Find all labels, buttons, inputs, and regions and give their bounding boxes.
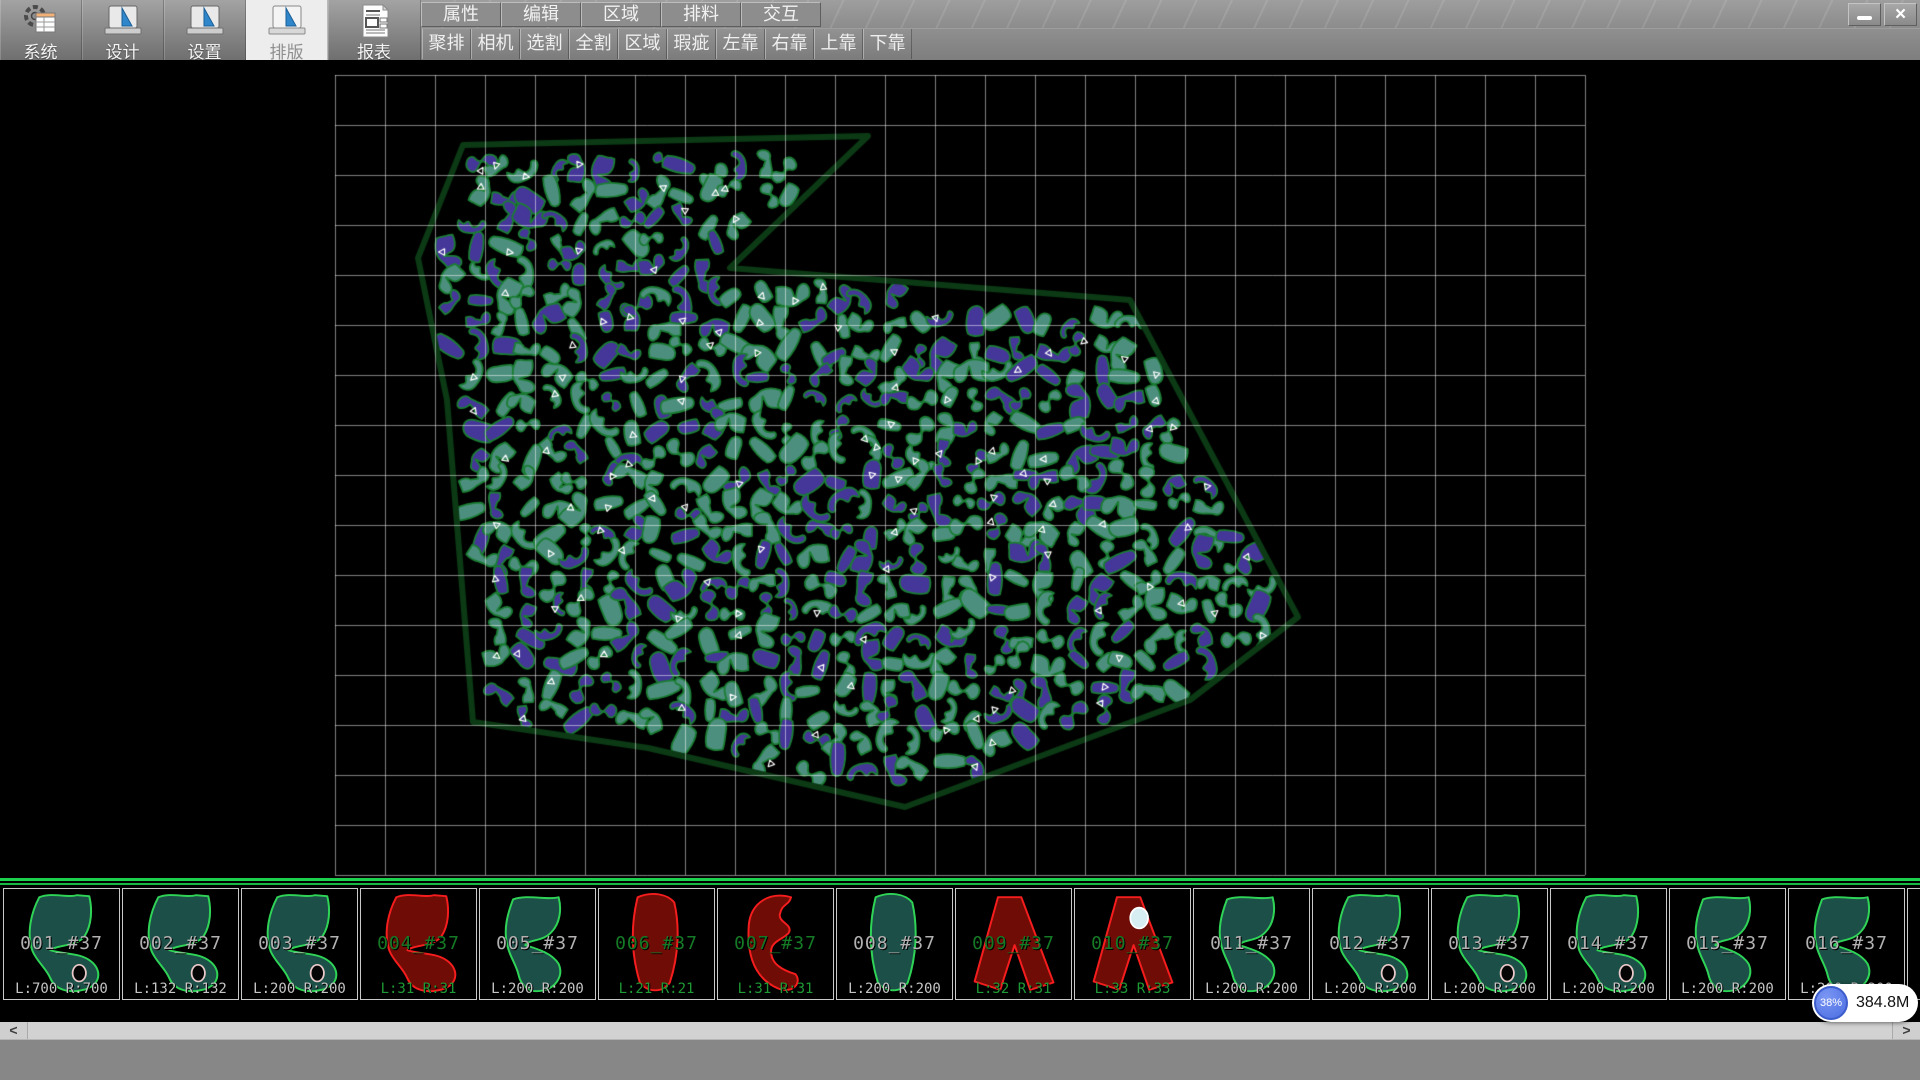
piece-lr-count-label: L:200 R:200 [1551,981,1666,997]
thumbnail-piece[interactable]: 004_#37 L:31 R:31 [360,888,477,1000]
menu-item-edit[interactable]: 编辑 [501,2,581,27]
ribbon-tab-settings[interactable]: 设置 [164,0,246,60]
menu-item-properties[interactable]: 属性 [421,2,501,27]
ribbon-tab-design[interactable]: 设计 [82,0,164,60]
tool-align-left[interactable]: 左靠 [716,29,765,59]
piece-lr-count-label: L:31 R:31 [361,981,476,997]
thumbnail-piece[interactable]: 010_#37 L:33 R:33 [1074,888,1191,1000]
tool-align-right[interactable]: 右靠 [765,29,814,59]
piece-name-label: 010_#37 [1075,933,1190,954]
piece-name-label: 006_#37 [599,933,714,954]
piece-lr-count-label: L:33 R:33 [1075,981,1190,997]
ribbon-tab-layout[interactable]: 排版 [246,0,328,60]
tool-select-cut[interactable]: 选割 [520,29,569,59]
piece-thumbnail-row: 001_#37L:700 R:700002_#37L:132 R:132003_… [3,888,1920,1000]
report-document-icon [353,26,395,43]
application-window: 系统 设计 [0,0,1920,1080]
thumbnail-piece[interactable]: 013_#37 L:200 R:200 [1431,888,1548,1000]
tool-align-top[interactable]: 上靠 [814,29,863,59]
nesting-canvas[interactable] [0,60,1920,878]
memory-usage-label: 384.8M [1856,984,1909,1022]
status-bar [0,1039,1920,1080]
piece-lr-count-label: L:200 R:200 [1670,981,1785,997]
scroll-right-arrow-icon[interactable]: > [1892,1022,1920,1039]
thumbnail-piece[interactable]: 011_#37 L:200 R:200 [1193,888,1310,1000]
piece-lr-count-label: L:31 R:31 [718,981,833,997]
close-button[interactable]: × [1884,3,1917,26]
tool-align-bottom[interactable]: 下靠 [863,29,912,59]
thumbnail-piece[interactable]: 012_#37 L:200 R:200 [1312,888,1429,1000]
thumbnail-piece[interactable]: 008_#37 L:200 R:200 [836,888,953,1000]
piece-lr-count-label: L:200 R:200 [480,981,595,997]
piece-name-label: 011_#37 [1194,933,1309,954]
piece-lr-count-label: L:200 R:200 [242,981,357,997]
piece-name-label: 015_#37 [1670,933,1785,954]
piece-name-label: 008_#37 [837,933,952,954]
minimize-button[interactable] [1848,3,1881,26]
tool-region[interactable]: 区域 [618,29,667,59]
design-ruler-icon [102,26,144,43]
thumbnail-piece[interactable]: 015_#37 L:200 R:200 [1669,888,1786,1000]
tool-camera[interactable]: 相机 [471,29,520,59]
thumbnail-piece[interactable]: 007_#37 L:31 R:31 [717,888,834,1000]
menu-item-interact[interactable]: 交互 [741,2,821,27]
menu-item-nesting[interactable]: 排料 [661,2,741,27]
thumbnail-piece[interactable]: 009_#37 L:32 R:31 [955,888,1072,1000]
piece-name-label: 013_#37 [1432,933,1547,954]
tool-cluster-nest[interactable]: 聚排 [422,29,471,59]
thumbnail-piece[interactable]: 005_#37 L:200 R:200 [479,888,596,1000]
toolbar: 系统 设计 [0,0,1920,60]
piece-name-label: 003_#37 [242,933,357,954]
layout-ruler-icon [266,26,308,43]
menu-item-region[interactable]: 区域 [581,2,661,27]
tool-defect[interactable]: 瑕疵 [667,29,716,59]
piece-lr-count-label: L:21 R:21 [599,981,714,997]
piece-name-label: 001_#37 [4,933,119,954]
piece-thumbnail-strip: 001_#37L:700 R:700002_#37L:132 R:132003_… [0,878,1920,1022]
ribbon-tab-report[interactable]: 报表 [328,0,421,60]
piece-name-label: 016_#37 [1789,933,1904,954]
tool-cut-all[interactable]: 全割 [569,29,618,59]
piece-lr-count-label: L:200 R:200 [837,981,952,997]
piece-lr-count-label: L:132 R:132 [123,981,238,997]
scroll-left-arrow-icon[interactable]: < [0,1022,28,1039]
ribbon-tab-system[interactable]: 系统 [0,0,82,60]
piece-name-label: 004_#37 [361,933,476,954]
piece-lr-count-label: L:700 R:700 [4,981,119,997]
thumbnail-piece[interactable]: 014_#37 L:200 R:200 [1550,888,1667,1000]
memory-usage-pill: 38% 384.8M [1812,984,1918,1022]
thumbnail-piece[interactable]: 002_#37 L:132 R:132 [122,888,239,1000]
piece-lr-count-label: L:200 R:200 [1313,981,1428,997]
thumbnail-piece[interactable]: 003_#37 L:200 R:200 [241,888,358,1000]
thumbnail-piece[interactable]: 001_#37 L:700 R:700 [3,888,120,1000]
close-icon: × [1895,5,1906,24]
settings-ruler-icon [184,26,226,43]
tool-buttons-row: 聚排 相机 选割 全割 区域 瑕疵 左靠 右靠 上靠 下靠 [422,29,912,59]
progress-percent-badge: 38% [1814,986,1848,1020]
window-controls: × [1848,3,1917,26]
piece-lr-count-label: L:200 R:200 [1432,981,1547,997]
piece-name-label: 002_#37 [123,933,238,954]
piece-shape-preview [1910,891,1920,995]
horizontal-scrollbar[interactable]: < > [0,1022,1920,1039]
piece-name-label: 005_#37 [480,933,595,954]
piece-lr-count-label: L:200 R:200 [1194,981,1309,997]
piece-lr-count-label: L:32 R:31 [956,981,1071,997]
piece-name-label: 014_#37 [1551,933,1666,954]
piece-name-label: 009_#37 [956,933,1071,954]
menu-bar: 属性 编辑 区域 排料 交互 [421,2,821,27]
piece-name-label: 012_#37 [1313,933,1428,954]
minimize-icon [1857,16,1872,20]
ribbon-tabs: 系统 设计 [0,0,421,60]
progress-percent-label: 38% [1820,997,1842,1009]
piece-name-label: 007_#37 [718,933,833,954]
system-gear-icon [20,26,62,43]
thumbnail-piece[interactable]: 006_#37 L:21 R:21 [598,888,715,1000]
